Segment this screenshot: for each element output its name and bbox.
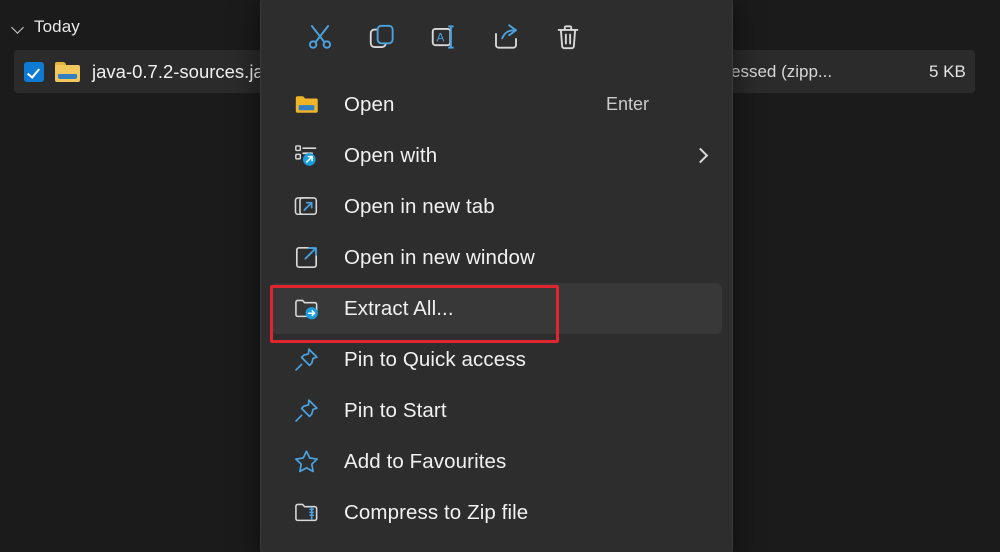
open-with-icon (291, 141, 321, 171)
new-tab-icon (291, 192, 321, 222)
svg-text:A: A (437, 30, 445, 44)
trash-icon (553, 22, 583, 52)
rename-button[interactable]: A (413, 14, 475, 60)
menu-item-label: Open (344, 92, 395, 116)
menu-item-label: Pin to Start (344, 398, 447, 422)
menu-item-label: Extract All... (344, 296, 454, 320)
pin-icon (291, 396, 321, 426)
chevron-down-icon[interactable] (12, 21, 25, 34)
cut-icon (305, 22, 335, 52)
share-icon (491, 22, 521, 52)
menu-item-label: Open with (344, 143, 438, 167)
chevron-right-icon[interactable] (695, 150, 707, 162)
copy-icon (367, 22, 397, 52)
folder-icon (55, 61, 80, 82)
pin-icon (291, 345, 321, 375)
folder-open-icon (291, 90, 321, 120)
zip-icon (291, 498, 321, 528)
file-name-label: java-0.7.2-sources.jar (92, 60, 270, 82)
menu-item-open-in-new-window[interactable]: Open in new window (271, 232, 722, 283)
menu-item-add-to-favourites[interactable]: Add to Favourites (271, 436, 722, 487)
menu-item-label: Open in new tab (344, 194, 495, 218)
menu-item-open[interactable]: Open Enter (271, 79, 722, 130)
menu-item-compress-to-zip[interactable]: Compress to Zip file (271, 487, 722, 538)
file-group-header[interactable]: Today (0, 14, 80, 40)
context-menu: A Open Enter Open with Open in new tab O… (260, 0, 733, 552)
copy-button[interactable] (351, 14, 413, 60)
menu-item-label: Open in new window (344, 245, 535, 269)
menu-item-pin-to-start[interactable]: Pin to Start (271, 385, 722, 436)
star-icon (291, 447, 321, 477)
extract-all-icon (291, 294, 321, 324)
new-window-icon (291, 243, 321, 273)
file-select-checkbox[interactable] (24, 61, 44, 82)
menu-item-label: Pin to Quick access (344, 347, 526, 371)
menu-item-open-with[interactable]: Open with (271, 130, 722, 181)
menu-item-label: Compress to Zip file (344, 500, 529, 524)
menu-item-open-in-new-tab[interactable]: Open in new tab (271, 181, 722, 232)
rename-icon: A (429, 22, 459, 52)
file-explorer-screen: Today java-0.7.2-sources.jar essed (zipp… (0, 0, 1000, 552)
share-button[interactable] (475, 14, 537, 60)
delete-button[interactable] (537, 14, 599, 60)
context-menu-toolbar: A (261, 0, 732, 79)
menu-item-shortcut: Enter (606, 94, 650, 114)
file-type-label: essed (zipp... (731, 61, 833, 81)
cut-button[interactable] (289, 14, 351, 60)
menu-item-extract-all[interactable]: Extract All... (271, 283, 722, 334)
menu-item-label: Add to Favourites (344, 449, 507, 473)
file-size-label: 5 KB (929, 61, 966, 81)
context-menu-items: Open Enter Open with Open in new tab Ope… (261, 79, 732, 538)
file-group-label: Today (34, 17, 80, 36)
menu-item-pin-to-quick-access[interactable]: Pin to Quick access (271, 334, 722, 385)
